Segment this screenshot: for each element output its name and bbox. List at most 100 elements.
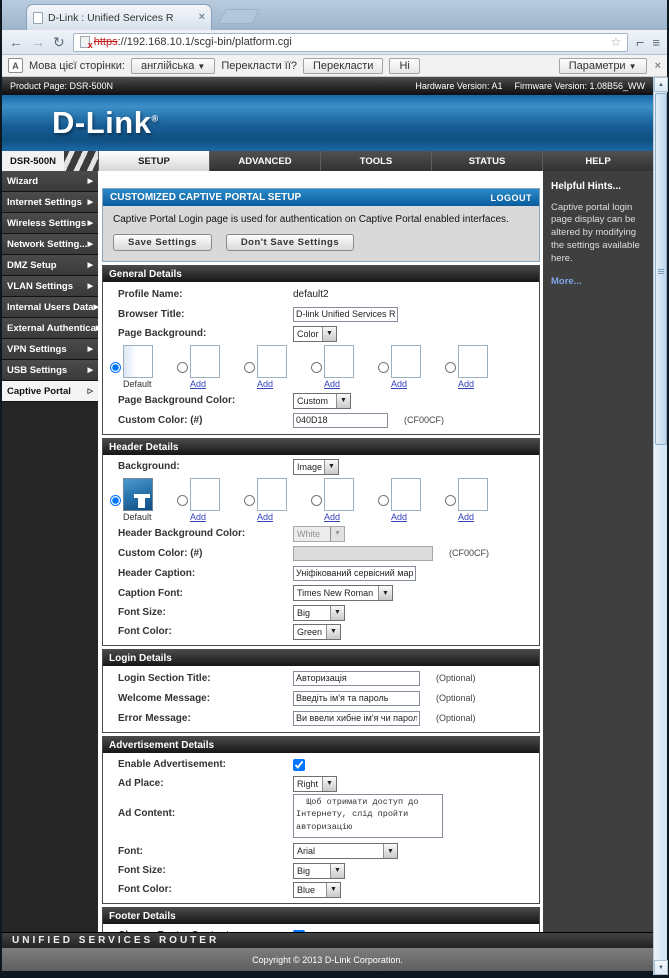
ad-font-select[interactable]: Arial▼ xyxy=(293,843,398,859)
browser-menu-icon[interactable]: ≡ xyxy=(652,36,660,49)
field-label: Login Section Title: xyxy=(103,673,293,684)
field-label: Header Background Color: xyxy=(103,528,293,539)
page-background-color-select[interactable]: Custom▼ xyxy=(293,393,351,409)
sidebar-item-network-setting[interactable]: Network Setting...▶ xyxy=(2,234,98,255)
field-label: Caption Font: xyxy=(103,588,293,599)
address-bar[interactable]: x https://192.168.10.1/scgi-bin/platform… xyxy=(73,33,628,52)
scrollbar-up-icon[interactable]: ▲ xyxy=(654,77,668,92)
ad-font-size-select[interactable]: Big▼ xyxy=(293,863,345,879)
translate-close-icon[interactable]: × xyxy=(655,60,661,72)
sidebar-item-wireless-settings[interactable]: Wireless Settings▶ xyxy=(2,213,98,234)
scrollbar-thumb[interactable] xyxy=(655,93,667,445)
translate-button[interactable]: Перекласти xyxy=(303,58,383,74)
field-label: Welcome Message: xyxy=(103,693,293,704)
add-image-link[interactable]: Add xyxy=(391,512,421,522)
page-bg-radio[interactable] xyxy=(445,362,456,373)
header-bg-radio[interactable] xyxy=(378,495,389,506)
ad-place-select[interactable]: Right▼ xyxy=(293,776,337,792)
welcome-message-input[interactable] xyxy=(293,691,420,706)
header-background-select[interactable]: Image▼ xyxy=(293,459,339,475)
add-image-link[interactable]: Add xyxy=(391,379,421,389)
browser-toolbar: ← → ↻ x https://192.168.10.1/scgi-bin/pl… xyxy=(2,30,667,55)
sidebar-item-vpn-settings[interactable]: VPN Settings▶ xyxy=(2,339,98,360)
translate-icon: A xyxy=(8,58,23,73)
translate-options-button[interactable]: Параметри ▼ xyxy=(559,58,647,74)
page-bg-radio[interactable] xyxy=(177,362,188,373)
page-bg-default-radio[interactable] xyxy=(110,362,121,373)
dont-save-settings-button[interactable]: Don't Save Settings xyxy=(226,234,354,251)
browser-title-input[interactable] xyxy=(293,307,398,322)
page-bg-empty-thumbnail xyxy=(190,345,220,378)
tab-advanced[interactable]: ADVANCED xyxy=(209,151,320,171)
header-bg-default-radio[interactable] xyxy=(110,495,121,506)
add-image-link[interactable]: Add xyxy=(190,512,220,522)
add-image-link[interactable]: Add xyxy=(458,512,488,522)
insecure-page-icon[interactable]: x xyxy=(80,36,90,48)
page-bg-radio[interactable] xyxy=(311,362,322,373)
sidebar-item-internal-users-data[interactable]: Internal Users Data▶ xyxy=(2,297,98,318)
optional-hint: (Optional) xyxy=(436,693,476,703)
translate-no-button[interactable]: Ні xyxy=(389,58,419,74)
page-actions-icon[interactable]: ⌐ xyxy=(636,35,644,49)
sidebar-item-usb-settings[interactable]: USB Settings▶ xyxy=(2,360,98,381)
page-scrollbar[interactable]: ▲ ▼ xyxy=(653,77,667,975)
header-font-color-select[interactable]: Green▼ xyxy=(293,624,341,640)
error-message-input[interactable] xyxy=(293,711,420,726)
tab-setup[interactable]: SETUP xyxy=(98,151,209,171)
browser-tab[interactable]: D-Link : Unified Services R × xyxy=(26,4,212,30)
add-image-link[interactable]: Add xyxy=(324,379,354,389)
add-image-link[interactable]: Add xyxy=(458,379,488,389)
portal-setup-header: CUSTOMIZED CAPTIVE PORTAL SETUP LOGOUT xyxy=(103,189,539,206)
reload-button[interactable]: ↻ xyxy=(53,35,65,49)
field-label: Custom Color: (#) xyxy=(103,415,293,426)
header-bg-radio[interactable] xyxy=(445,495,456,506)
logout-link[interactable]: LOGOUT xyxy=(491,193,533,203)
tab-close-icon[interactable]: × xyxy=(199,12,205,23)
login-section-title-input[interactable] xyxy=(293,671,420,686)
sidebar-item-external-authentication[interactable]: External Authentica▶ xyxy=(2,318,98,339)
chevron-down-icon: ▼ xyxy=(322,777,336,791)
page-background-select[interactable]: Color▼ xyxy=(293,326,337,342)
tab-tools[interactable]: TOOLS xyxy=(320,151,431,171)
sidebar-item-wizard[interactable]: Wizard▶ xyxy=(2,171,98,192)
header-bg-radio[interactable] xyxy=(244,495,255,506)
portal-description-panel: Captive Portal Login page is used for au… xyxy=(103,206,539,261)
change-footer-content-checkbox[interactable] xyxy=(293,930,305,933)
tab-help[interactable]: HELP xyxy=(542,151,653,171)
page-bg-radio[interactable] xyxy=(244,362,255,373)
ad-font-color-select[interactable]: Blue▼ xyxy=(293,882,341,898)
add-image-link[interactable]: Add xyxy=(190,379,220,389)
sidebar-item-captive-portal[interactable]: Captive Portal▷ xyxy=(2,381,98,402)
header-bg-radio[interactable] xyxy=(177,495,188,506)
sidebar-item-dmz-setup[interactable]: DMZ Setup▶ xyxy=(2,255,98,276)
save-settings-button[interactable]: Save Settings xyxy=(113,234,212,251)
tab-status[interactable]: STATUS xyxy=(431,151,542,171)
color-format-hint: (CF00CF) xyxy=(404,415,444,425)
header-bg-radio[interactable] xyxy=(311,495,322,506)
dlink-banner: D-Link® xyxy=(2,95,653,151)
field-label: Font Color: xyxy=(103,626,293,637)
add-image-link[interactable]: Add xyxy=(257,512,287,522)
hints-more-link[interactable]: More... xyxy=(551,276,645,289)
page-bg-radio[interactable] xyxy=(378,362,389,373)
new-tab-button[interactable] xyxy=(218,9,260,24)
custom-color-input[interactable] xyxy=(293,413,388,428)
caption-font-select[interactable]: Times New Roman▼ xyxy=(293,585,393,601)
sidebar-item-vlan-settings[interactable]: VLAN Settings▶ xyxy=(2,276,98,297)
scrollbar-down-icon[interactable]: ▼ xyxy=(654,960,668,975)
main-nav: DSR-500N SETUP ADVANCED TOOLS STATUS HEL… xyxy=(2,151,653,171)
sidebar-item-internet-settings[interactable]: Internet Settings▶ xyxy=(2,192,98,213)
translate-language-select[interactable]: англійська ▼ xyxy=(131,58,215,74)
add-image-link[interactable]: Add xyxy=(257,379,287,389)
forward-button[interactable]: → xyxy=(31,35,45,49)
header-font-size-select[interactable]: Big▼ xyxy=(293,605,345,621)
enable-advertisement-checkbox[interactable] xyxy=(293,759,305,771)
hints-text: Captive portal login page display can be… xyxy=(551,202,645,266)
ad-content-textarea[interactable]: Щоб отримати доступ до Інтернету, слід п… xyxy=(293,794,443,838)
hardware-version: Hardware Version: A1 xyxy=(415,81,502,91)
header-caption-input[interactable] xyxy=(293,566,416,581)
back-button[interactable]: ← xyxy=(9,35,23,49)
bookmark-star-icon[interactable]: ☆ xyxy=(610,35,621,49)
product-bar: Product Page: DSR-500N Hardware Version:… xyxy=(2,77,653,95)
add-image-link[interactable]: Add xyxy=(324,512,354,522)
